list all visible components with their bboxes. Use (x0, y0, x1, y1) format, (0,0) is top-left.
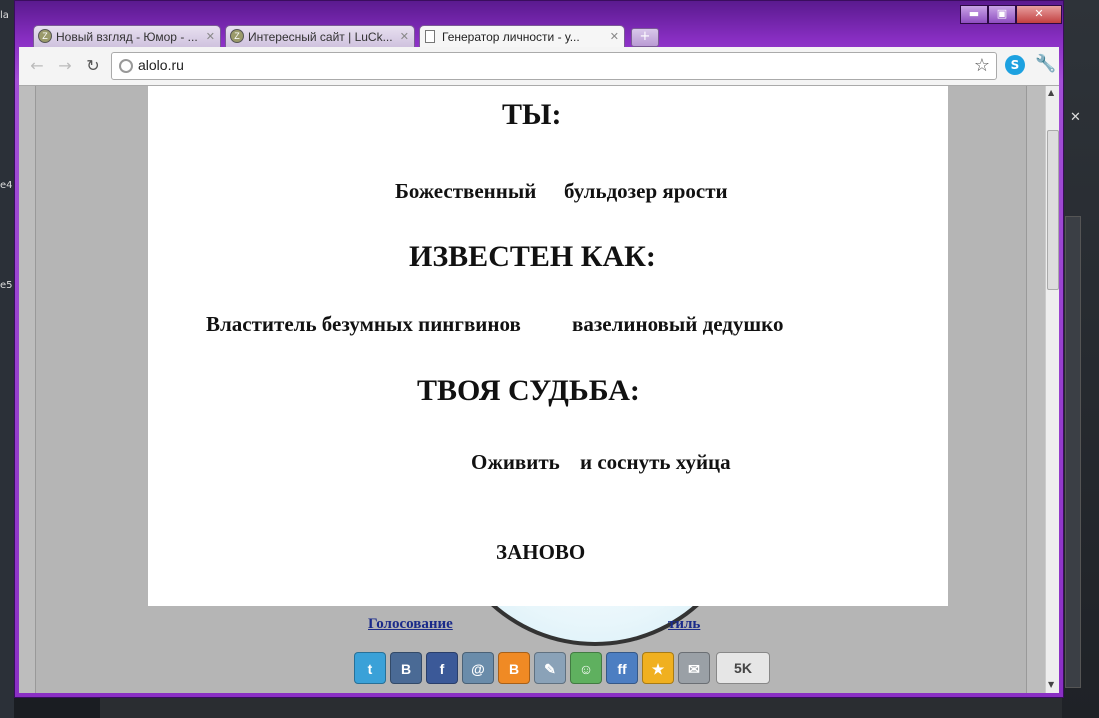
email-icon[interactable]: ✉ (678, 652, 710, 684)
desktop-right-panel: ✕ (1062, 0, 1099, 718)
scroll-down-icon[interactable]: ▼ (1048, 680, 1054, 689)
page-column: ТЫ: Божественный бульдозер ярости ИЗВЕСТ… (35, 86, 1027, 693)
background-scrollbar[interactable] (1065, 216, 1081, 688)
share-bar: t Bf @ B ✎ ☺ ff ★ ✉ 5K (354, 652, 770, 684)
desktop-left-strip: la e4 e5 (0, 0, 14, 718)
fate-second: и соснуть хуйца (580, 450, 731, 474)
tab-title: Новый взгляд - Юмор - ... (56, 30, 198, 44)
tab-novyi-vzglyad[interactable]: Z Новый взгляд - Юмор - ... ✕ (33, 25, 221, 47)
share-count: 5K (716, 652, 770, 684)
known-second: вазелиновый дедушко (572, 312, 784, 336)
wrench-icon[interactable]: 🔧 (1035, 54, 1056, 74)
moikrug-icon[interactable]: ☺ (570, 652, 602, 684)
tab-close-icon[interactable]: ✕ (206, 26, 215, 47)
vkontakte-icon[interactable]: B (390, 652, 422, 684)
known-first: Властитель безумных пингвинов (206, 312, 521, 336)
name-first: Божественный (395, 179, 537, 203)
forward-arrow-icon[interactable]: → (55, 56, 75, 76)
friendfeed-icon[interactable]: ff (606, 652, 638, 684)
page-viewport: ТЫ: Божественный бульдозер ярости ИЗВЕСТ… (19, 86, 1059, 693)
vote-link[interactable]: Голосование (368, 616, 453, 633)
blogger-icon[interactable]: B (498, 652, 530, 684)
name-second: бульдозер ярости (564, 179, 728, 203)
heading-known-as: ИЗВЕСТЕН КАК: (409, 240, 656, 273)
globe-icon (119, 59, 133, 73)
twitter-icon[interactable]: t (354, 652, 386, 684)
maximize-button[interactable]: ▣ (988, 5, 1016, 24)
browser-window: ▬ ▣ ✕ Z Новый взгляд - Юмор - ... ✕ Z Ин… (14, 0, 1064, 698)
desktop-label: e4 (0, 180, 13, 191)
livejournal-icon[interactable]: ✎ (534, 652, 566, 684)
fate-first: Оживить (471, 450, 560, 474)
heading-fate: ТВОЯ СУДЬБА: (417, 374, 640, 407)
tab-interesnyi-sait[interactable]: Z Интересный сайт | LuCk... ✕ (225, 25, 415, 47)
tab-close-icon[interactable]: ✕ (400, 26, 409, 47)
skype-icon[interactable]: S (1005, 55, 1025, 75)
mailru-icon[interactable]: @ (462, 652, 494, 684)
facebook-icon[interactable]: f (426, 652, 458, 684)
address-bar[interactable]: alolo.ru ☆ (111, 52, 997, 80)
close-icon[interactable]: ✕ (1070, 110, 1081, 125)
heading-you: ТЫ: (502, 98, 562, 131)
address-url: alolo.ru (138, 57, 184, 73)
desktop-label: la (0, 10, 9, 21)
desktop-label: e5 (0, 280, 13, 291)
again-link[interactable]: ЗАНОВО (496, 540, 585, 565)
site-favicon-icon: Z (38, 29, 52, 43)
tab-title: Генератор личности - у... (442, 30, 580, 44)
bookmarks-star-icon[interactable]: ★ (642, 652, 674, 684)
minimize-button[interactable]: ▬ (960, 5, 988, 24)
page-scrollbar[interactable]: ▲ ▼ (1045, 86, 1059, 693)
close-window-button[interactable]: ✕ (1016, 5, 1062, 24)
browser-toolbar: ← → ↻ alolo.ru ☆ S 🔧 (19, 47, 1059, 86)
reload-icon[interactable]: ↻ (83, 56, 103, 76)
bookmark-star-icon[interactable]: ☆ (974, 55, 990, 76)
vote-link-tail[interactable]: тиль (668, 616, 700, 633)
site-favicon-icon: Z (230, 29, 244, 43)
window-controls: ▬ ▣ ✕ (960, 5, 1062, 24)
desktop-bottom-strip (100, 698, 1062, 718)
tab-title: Интересный сайт | LuCk... (248, 30, 393, 44)
tab-generator-lichnosti[interactable]: Генератор личности - у... ✕ (419, 25, 625, 47)
back-arrow-icon[interactable]: ← (27, 56, 47, 76)
result-panel: ТЫ: Божественный бульдозер ярости ИЗВЕСТ… (148, 86, 948, 606)
tab-close-icon[interactable]: ✕ (610, 26, 619, 47)
scroll-thumb[interactable] (1047, 130, 1059, 290)
new-tab-button[interactable]: + (631, 28, 659, 47)
page-icon (425, 30, 435, 43)
scroll-up-icon[interactable]: ▲ (1048, 88, 1054, 97)
